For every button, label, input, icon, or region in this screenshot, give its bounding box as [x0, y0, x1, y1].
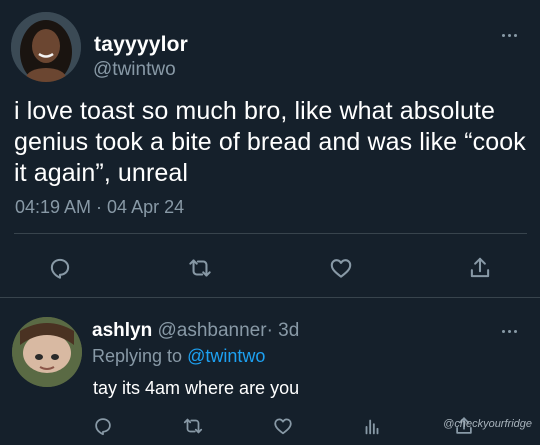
retweet-icon[interactable] [182, 250, 218, 286]
avatar[interactable] [12, 317, 82, 387]
display-name[interactable]: tayyyylor [94, 33, 188, 57]
analytics-icon[interactable] [359, 413, 385, 439]
tweet-actions [0, 236, 540, 296]
retweet-icon[interactable] [180, 413, 206, 439]
tweet-text: i love toast so much bro, like what abso… [14, 97, 526, 187]
reply-time[interactable]: · 3d [267, 320, 300, 341]
reply-header: ashlyn @ashbanner· 3d [92, 320, 299, 342]
like-icon[interactable] [323, 250, 359, 286]
more-options-icon[interactable] [502, 30, 522, 40]
display-name[interactable]: ashlyn [92, 320, 152, 341]
handle[interactable]: @ashbanner [157, 320, 266, 341]
watermark: @checkyourfridge [443, 418, 532, 430]
replying-to-label: Replying to [92, 346, 188, 366]
main-tweet: tayyyylor @twintwo i love toast so much … [0, 0, 540, 298]
reply-icon[interactable] [42, 250, 78, 286]
like-icon[interactable] [270, 413, 296, 439]
replying-to-link[interactable]: @twintwo [187, 346, 265, 366]
reply-icon[interactable] [90, 413, 116, 439]
avatar-photo [12, 317, 82, 387]
avatar[interactable] [11, 12, 81, 82]
reply-text: tay its 4am where are you [93, 378, 300, 398]
more-options-icon[interactable] [502, 326, 522, 336]
replying-to: Replying to @twintwo [92, 346, 265, 367]
share-icon[interactable] [462, 250, 498, 286]
handle[interactable]: @twintwo [93, 59, 176, 81]
avatar-photo [11, 12, 81, 82]
reply-tweet[interactable]: ashlyn @ashbanner· 3d Replying to @twint… [0, 298, 540, 445]
timestamp[interactable]: 04:19 AM · 04 Apr 24 [15, 197, 184, 218]
divider [14, 233, 527, 234]
